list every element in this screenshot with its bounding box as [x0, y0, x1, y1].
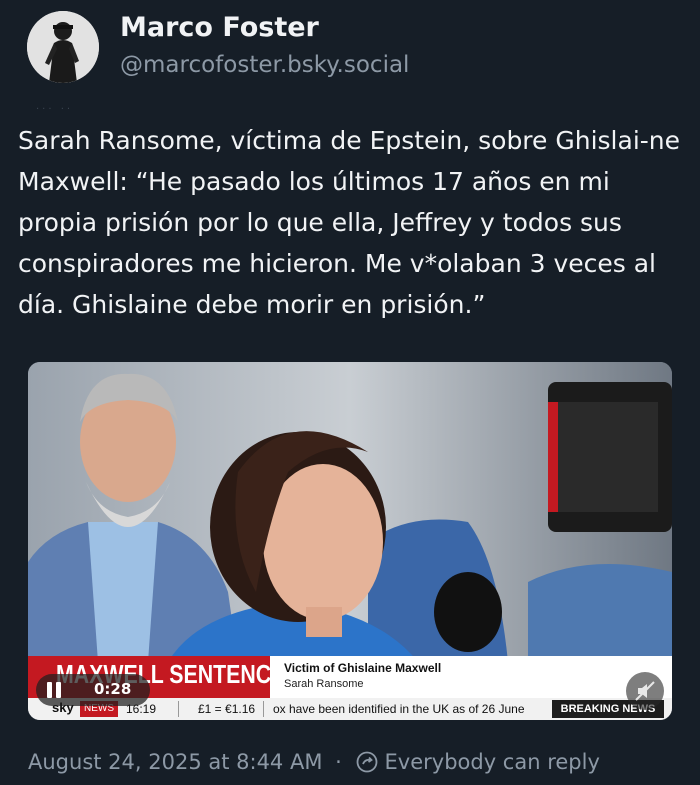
ticker-separator	[178, 701, 179, 717]
ticker-separator	[263, 701, 264, 717]
post-text: Sarah Ransome, víctima de Epstein, sobre…	[18, 126, 681, 319]
avatar[interactable]	[27, 11, 99, 83]
ticker-fx-rate: £1 = €1.16	[198, 702, 256, 716]
caption-line-2: Sarah Ransome	[284, 678, 364, 690]
mute-button[interactable]	[626, 672, 664, 710]
footer-separator: ·	[335, 750, 342, 774]
video-player[interactable]: MAXWELL SENTENCING Victim of Ghislaine M…	[28, 362, 672, 720]
avatar-photo-icon	[27, 11, 99, 83]
reply-settings-icon	[356, 751, 377, 773]
mute-icon	[635, 681, 655, 701]
playback-control[interactable]: 0:28	[36, 674, 150, 706]
video-duration: 0:28	[94, 680, 132, 698]
post-footer: August 24, 2025 at 8:44 AM · Everybody c…	[28, 750, 600, 774]
caption-line-1: Victim of Ghislaine Maxwell	[284, 661, 442, 675]
reply-setting[interactable]: Everybody can reply	[385, 750, 600, 774]
author-display-name[interactable]: Marco Foster	[120, 12, 319, 43]
post-timestamp[interactable]: August 24, 2025 at 8:44 AM	[28, 750, 322, 774]
divider: ··· ··	[36, 104, 74, 115]
ticker-headline: ox have been identified in the UK as of …	[273, 702, 525, 716]
pause-icon[interactable]	[46, 682, 62, 698]
author-handle[interactable]: @marcofoster.bsky.social	[120, 52, 409, 78]
lower-third-caption: Victim of Ghislaine Maxwell Sarah Ransom…	[270, 656, 672, 698]
